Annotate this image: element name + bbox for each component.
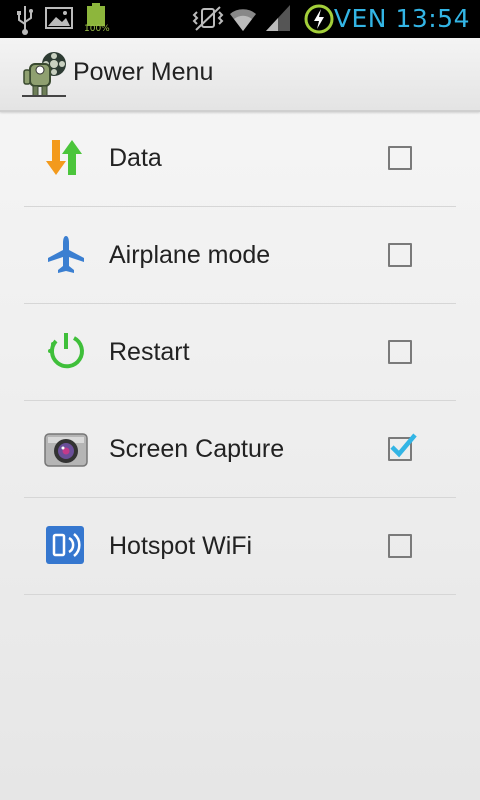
screen-capture-checkbox[interactable] (388, 433, 417, 461)
wifi-icon (230, 9, 256, 31)
list-item-screen-capture[interactable]: Screen Capture (24, 401, 456, 498)
list-item-airplane-mode[interactable]: Airplane mode (24, 207, 456, 304)
battery-percent: 100% (84, 24, 110, 34)
camera-icon (44, 433, 88, 467)
list-item-data[interactable]: Data (24, 110, 456, 207)
app-robot-icon[interactable] (18, 48, 70, 100)
power-saver-icon (304, 4, 334, 34)
list-item-hotspot-wifi[interactable]: Hotspot WiFi (24, 498, 456, 595)
page-title: Power Menu (73, 58, 214, 86)
restart-checkbox[interactable] (388, 340, 412, 364)
list-item-label: Hotspot WiFi (109, 532, 253, 560)
usb-icon (17, 6, 33, 35)
hotspot-wifi-checkbox[interactable] (388, 534, 412, 558)
data-arrows-icon (46, 140, 82, 175)
vibrate-icon (192, 6, 224, 31)
check-mark-icon (390, 433, 417, 458)
power-menu-list: Data Airplane mode Restart Screen Captur… (24, 110, 456, 595)
list-item-label: Data (109, 144, 162, 172)
restart-icon (48, 333, 84, 369)
status-bar: 100% VEN 13:54 (0, 0, 480, 38)
list-item-label: Screen Capture (109, 435, 285, 463)
list-item-restart[interactable]: Restart (24, 304, 456, 401)
clock: VEN 13:54 (333, 4, 470, 33)
hotspot-icon (46, 526, 84, 564)
image-icon (45, 7, 73, 29)
list-item-label: Restart (109, 338, 190, 366)
action-bar: Power Menu (0, 38, 480, 112)
airplane-icon (48, 236, 84, 273)
data-checkbox[interactable] (388, 146, 412, 170)
signal-icon (266, 5, 290, 31)
airplane-mode-checkbox[interactable] (388, 243, 412, 267)
list-item-label: Airplane mode (109, 241, 271, 269)
